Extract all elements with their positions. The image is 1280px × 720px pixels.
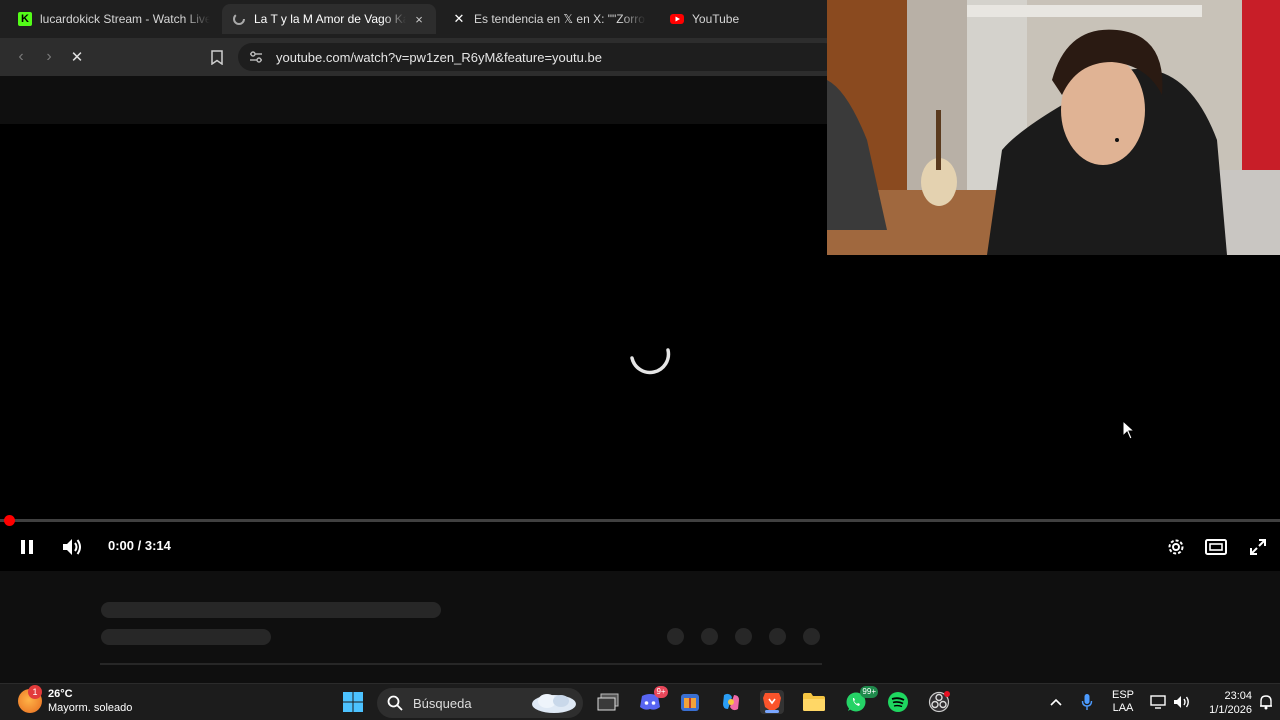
forward-icon[interactable]: › [38, 46, 60, 68]
stop-loading-icon[interactable]: ✕ [66, 46, 88, 68]
theater-mode-button[interactable] [1204, 535, 1228, 559]
obs-icon [928, 691, 950, 713]
loading-spinner-icon [630, 348, 671, 375]
tab-title: La T y la M Amor de Vago Kar [254, 12, 406, 26]
weather-sun-icon: 1 [18, 685, 42, 713]
tab-youtube[interactable]: YouTube [660, 4, 820, 34]
active-app-indicator [765, 710, 779, 713]
system-clock[interactable]: 23:04 1/1/2026 [1198, 689, 1252, 717]
skeleton-subtitle [101, 629, 271, 645]
copilot-button[interactable] [719, 690, 743, 714]
pause-icon [21, 540, 33, 554]
notification-badge: 1 [28, 685, 42, 699]
tab-kick-stream[interactable]: K lucardokick Stream - Watch Live o [8, 4, 220, 34]
keyboard-layout: LAA [1112, 702, 1134, 714]
search-placeholder: Búsqueda [413, 695, 472, 711]
spotify-button[interactable] [886, 690, 910, 714]
volume-icon [63, 539, 81, 555]
skeleton-button [667, 628, 684, 645]
settings-button[interactable] [1164, 535, 1188, 559]
webcam-feed-image [827, 0, 1280, 255]
tab-youtube-video[interactable]: La T y la M Amor de Vago Kar × [222, 4, 436, 34]
mouse-cursor-icon [1122, 420, 1136, 440]
language-code: ESP [1111, 689, 1134, 701]
skeleton-button [803, 628, 820, 645]
obs-button[interactable] [927, 690, 951, 714]
fullscreen-icon [1250, 539, 1266, 555]
time-display: 0:00 / 3:14 [108, 538, 171, 553]
webcam-overlay [827, 0, 1280, 255]
discord-button[interactable]: 9+ [638, 686, 668, 714]
skeleton-button [769, 628, 786, 645]
skeleton-title [101, 602, 441, 618]
search-icon [387, 695, 403, 711]
whatsapp-button[interactable]: 99+ [844, 686, 878, 714]
tab-x-trending[interactable]: ✕ Es tendencia en 𝕏 en X: ""Zorro": R [442, 4, 656, 34]
start-button[interactable] [341, 690, 365, 714]
volume-button[interactable] [60, 535, 84, 559]
whatsapp-badge: 99+ [860, 686, 878, 698]
skeleton-button [701, 628, 718, 645]
fullscreen-button[interactable] [1246, 535, 1270, 559]
task-view-button[interactable] [596, 690, 620, 714]
search-highlight-cloud-icon [532, 694, 576, 713]
keyboard-language[interactable]: ESP LAA [1110, 689, 1136, 715]
brave-browser-button[interactable] [760, 690, 784, 714]
tab-title: lucardokick Stream - Watch Live o [40, 12, 210, 26]
bookmark-icon[interactable] [206, 46, 228, 68]
progress-scrubber[interactable] [4, 515, 15, 526]
site-settings-icon[interactable] [248, 49, 264, 65]
windows-taskbar: 1 26°C Mayorm. soleado Búsqueda 9+ 99+ E… [0, 683, 1280, 720]
loading-icon [232, 12, 246, 26]
weather-temperature: 26°C [48, 688, 73, 700]
gift-app-icon [681, 694, 699, 711]
network-icon[interactable] [1148, 690, 1168, 714]
close-tab-icon[interactable]: × [412, 12, 426, 27]
skeleton-button [735, 628, 752, 645]
kick-icon: K [18, 12, 32, 26]
show-hidden-icons-chevron-up-icon[interactable] [1046, 690, 1066, 714]
address-bar[interactable]: youtube.com/watch?v=pw1zen_R6yM&feature=… [238, 43, 838, 71]
tab-title: Es tendencia en 𝕏 en X: ""Zorro": R [474, 12, 646, 26]
app-launcher-button[interactable] [678, 690, 702, 714]
microphone-icon[interactable] [1077, 690, 1097, 714]
spotify-icon [888, 692, 908, 712]
weather-description: Mayorm. soleado [48, 702, 133, 714]
url-text: youtube.com/watch?v=pw1zen_R6yM&feature=… [276, 49, 602, 65]
task-view-icon [597, 693, 619, 711]
divider [100, 663, 822, 665]
tab-title: YouTube [692, 12, 740, 26]
discord-badge: 9+ [654, 686, 668, 698]
settings-icon [1168, 539, 1184, 555]
speaker-icon[interactable] [1172, 690, 1192, 714]
file-explorer-button[interactable] [802, 690, 826, 714]
weather-widget[interactable]: 1 26°C Mayorm. soleado [18, 685, 133, 715]
clock-time: 23:04 [1224, 690, 1252, 702]
pause-button[interactable] [15, 535, 39, 559]
folder-icon [803, 693, 825, 711]
windows-logo-icon [343, 692, 363, 712]
video-info-skeleton [0, 571, 1280, 683]
back-icon[interactable]: ‹ [10, 46, 32, 68]
taskbar-search[interactable]: Búsqueda [377, 688, 583, 718]
x-icon: ✕ [453, 11, 465, 26]
youtube-icon [670, 12, 684, 26]
copilot-icon [723, 693, 739, 711]
video-progress-bar[interactable] [0, 519, 1280, 522]
clock-date: 1/1/2026 [1209, 704, 1252, 716]
theater-mode-icon [1205, 539, 1227, 555]
notifications-bell-icon[interactable] [1256, 690, 1276, 714]
